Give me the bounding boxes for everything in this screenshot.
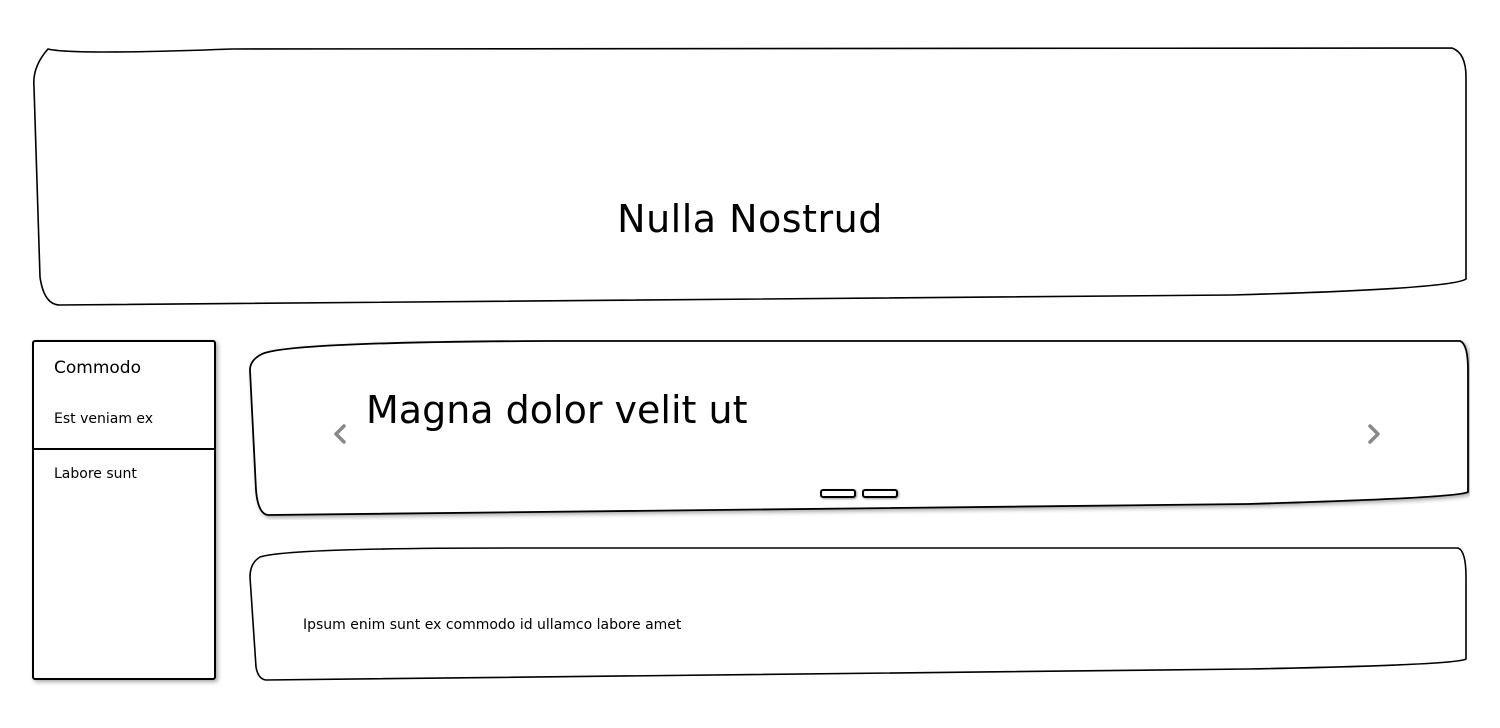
- carousel-indicators: [820, 489, 898, 498]
- sidebar: Commodo Est veniam ex Labore sunt: [32, 340, 216, 680]
- hero-banner: Nulla Nostrud: [32, 47, 1468, 307]
- hero-frame: [32, 47, 1467, 306]
- content-text: Ipsum enim sunt ex commodo id ullamco la…: [303, 617, 682, 633]
- chevron-right-icon: [1368, 424, 1380, 444]
- carousel-indicator-1[interactable]: [820, 489, 856, 498]
- carousel-next-button[interactable]: [1362, 420, 1386, 448]
- carousel-prev-button[interactable]: [328, 420, 352, 448]
- chevron-left-icon: [334, 424, 346, 444]
- carousel-indicator-2[interactable]: [862, 489, 898, 498]
- sidebar-header: Commodo: [54, 358, 141, 378]
- content-frame: [249, 547, 1467, 681]
- sidebar-item-est-veniam-ex[interactable]: Est veniam ex: [34, 390, 214, 450]
- carousel-slide-title: Magna dolor velit ut: [366, 388, 748, 432]
- carousel: Magna dolor velit ut: [248, 340, 1470, 518]
- page: Nulla Nostrud Commodo Est veniam ex Labo…: [0, 0, 1500, 728]
- content-panel: Ipsum enim sunt ex commodo id ullamco la…: [248, 547, 1470, 683]
- sidebar-item-labore-sunt[interactable]: Labore sunt: [34, 450, 214, 498]
- page-title: Nulla Nostrud: [617, 197, 883, 241]
